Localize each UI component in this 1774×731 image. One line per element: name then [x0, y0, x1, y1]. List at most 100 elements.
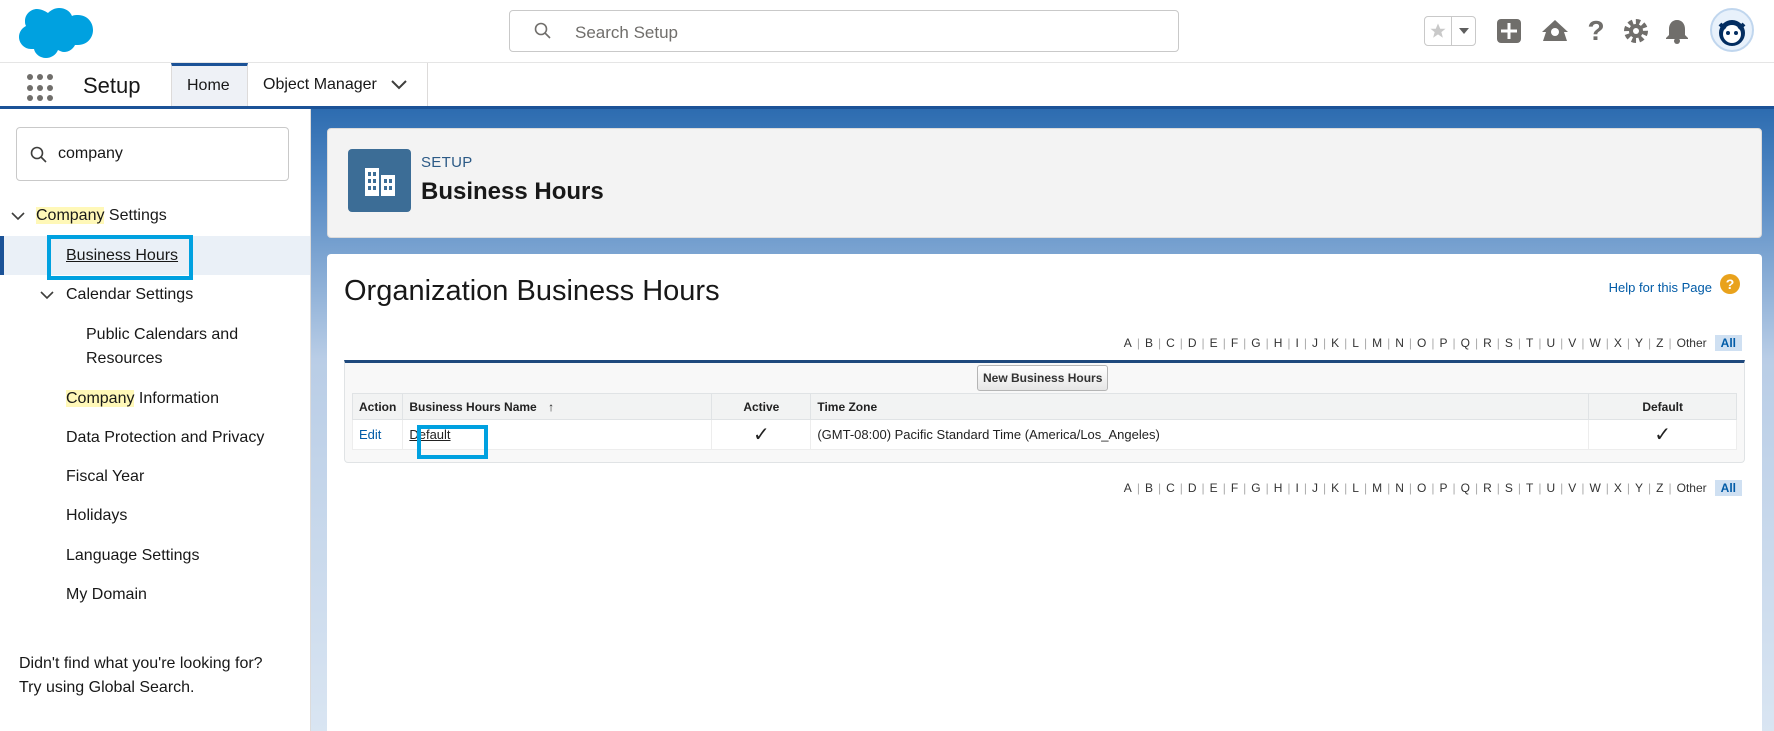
alpha-filter-q[interactable]: Q	[1456, 481, 1475, 495]
sidebar-item-company-information[interactable]: Company Information	[66, 390, 219, 408]
alpha-filter-all[interactable]: All	[1714, 480, 1742, 496]
chevron-down-icon[interactable]	[391, 79, 407, 90]
alpha-filter-o[interactable]: O	[1412, 336, 1431, 350]
favorites-button[interactable]	[1424, 16, 1476, 46]
chevron-down-icon[interactable]	[40, 291, 54, 301]
trailhead-icon[interactable]	[1540, 16, 1570, 46]
chevron-down-icon[interactable]	[11, 212, 25, 222]
global-add-icon[interactable]	[1494, 16, 1524, 46]
alpha-filter-r[interactable]: R	[1478, 336, 1497, 350]
app-nav-bar: Setup Home Object Manager	[0, 63, 1774, 109]
favorites-dropdown-icon[interactable]	[1451, 17, 1475, 45]
help-for-this-page-link[interactable]: Help for this Page	[1609, 280, 1712, 295]
favorites-star-icon[interactable]	[1425, 17, 1451, 45]
sidebar-item-data-protection[interactable]: Data Protection and Privacy	[66, 429, 264, 447]
notifications-bell-icon[interactable]	[1662, 16, 1692, 46]
alpha-filter-a[interactable]: A	[1119, 336, 1137, 350]
help-icon[interactable]: ?	[1720, 274, 1740, 294]
alpha-filter-v[interactable]: V	[1563, 481, 1581, 495]
alpha-filter-m[interactable]: M	[1367, 336, 1387, 350]
alpha-filter-k[interactable]: K	[1326, 481, 1344, 495]
alpha-filter-j[interactable]: J	[1307, 481, 1323, 495]
alpha-filter-all[interactable]: All	[1714, 335, 1742, 351]
alpha-filter-other[interactable]: Other	[1672, 481, 1712, 495]
alpha-filter-e[interactable]: E	[1205, 336, 1223, 350]
alpha-filter-j[interactable]: J	[1307, 336, 1323, 350]
alpha-filter-l[interactable]: L	[1347, 336, 1364, 350]
alpha-filter-z[interactable]: Z	[1651, 481, 1668, 495]
alpha-filter-t[interactable]: T	[1521, 336, 1538, 350]
alpha-filter-t[interactable]: T	[1521, 481, 1538, 495]
alpha-filter-s[interactable]: S	[1500, 336, 1518, 350]
alpha-filter-e[interactable]: E	[1205, 481, 1223, 495]
alpha-filter-n[interactable]: N	[1390, 481, 1409, 495]
sidebar-item-fiscal-year[interactable]: Fiscal Year	[66, 468, 144, 486]
alpha-filter-c[interactable]: C	[1161, 481, 1180, 495]
business-hours-list: New Business Hours Action Business Hours…	[344, 360, 1745, 463]
alpha-filter-w[interactable]: W	[1584, 481, 1605, 495]
alpha-filter-w[interactable]: W	[1584, 336, 1605, 350]
sidebar-selected-indicator	[0, 236, 4, 275]
sidebar-item-language-settings[interactable]: Language Settings	[66, 547, 199, 565]
alpha-filter-i[interactable]: I	[1291, 481, 1304, 495]
alpha-filter-y[interactable]: Y	[1630, 481, 1648, 495]
alpha-filter-o[interactable]: O	[1412, 481, 1431, 495]
page-title: Business Hours	[421, 178, 604, 205]
alpha-filter-x[interactable]: X	[1609, 336, 1627, 350]
alpha-filter-z[interactable]: Z	[1651, 336, 1668, 350]
alpha-filter-b[interactable]: B	[1140, 336, 1158, 350]
user-avatar[interactable]	[1710, 8, 1754, 52]
alpha-filter-p[interactable]: P	[1434, 336, 1452, 350]
alpha-filter-d[interactable]: D	[1183, 481, 1202, 495]
alpha-filter-c[interactable]: C	[1161, 336, 1180, 350]
setup-search-input[interactable]: Search Setup	[509, 10, 1179, 52]
alpha-filter-g[interactable]: G	[1246, 336, 1265, 350]
alpha-filter-x[interactable]: X	[1609, 481, 1627, 495]
tab-object-manager-label: Object Manager	[263, 75, 377, 93]
active-checkmark: ✓	[711, 419, 812, 450]
alpha-filter-h[interactable]: H	[1269, 336, 1288, 350]
alpha-filter-a[interactable]: A	[1119, 481, 1137, 495]
sidebar-item-my-domain[interactable]: My Domain	[66, 586, 147, 604]
alpha-filter-p[interactable]: P	[1434, 481, 1452, 495]
alpha-filter-l[interactable]: L	[1347, 481, 1364, 495]
tab-home[interactable]: Home	[171, 63, 248, 106]
setup-gear-icon[interactable]	[1621, 16, 1651, 46]
column-business-hours-name[interactable]: Business Hours Name ↑	[402, 393, 713, 420]
sidebar-item-holidays[interactable]: Holidays	[66, 507, 127, 525]
alpha-filter-f[interactable]: F	[1226, 336, 1243, 350]
table-row: Edit Default ✓ (GMT-08:00) Pacific Stand…	[351, 419, 1737, 450]
column-active: Active	[711, 393, 812, 420]
alpha-filter-s[interactable]: S	[1500, 481, 1518, 495]
alpha-filter-q[interactable]: Q	[1456, 336, 1475, 350]
alpha-filter-y[interactable]: Y	[1630, 336, 1648, 350]
alpha-filter-u[interactable]: U	[1542, 336, 1561, 350]
alpha-filter-n[interactable]: N	[1390, 336, 1409, 350]
alpha-filter-i[interactable]: I	[1291, 336, 1304, 350]
alpha-filter-k[interactable]: K	[1326, 336, 1344, 350]
sidebar-item-public-calendars[interactable]: Public Calendars and	[86, 326, 238, 344]
sidebar-item-business-hours[interactable]: Business Hours	[66, 247, 178, 265]
alpha-filter-u[interactable]: U	[1542, 481, 1561, 495]
alpha-filter-f[interactable]: F	[1226, 481, 1243, 495]
alpha-filter-h[interactable]: H	[1269, 481, 1288, 495]
quick-find-input[interactable]: company	[16, 127, 289, 181]
app-launcher-icon[interactable]	[27, 74, 55, 102]
tab-object-manager[interactable]: Object Manager	[248, 63, 428, 106]
setup-sidebar: company Company Settings Business Hours …	[0, 109, 311, 731]
alpha-filter-b[interactable]: B	[1140, 481, 1158, 495]
edit-link[interactable]: Edit	[359, 427, 381, 442]
sidebar-item-public-calendars-line2[interactable]: Resources	[86, 350, 162, 368]
new-business-hours-button[interactable]: New Business Hours	[977, 365, 1109, 391]
alpha-filter-m[interactable]: M	[1367, 481, 1387, 495]
salesforce-logo[interactable]	[17, 7, 93, 58]
sidebar-item-company-settings[interactable]: Company Settings	[36, 207, 167, 225]
help-icon[interactable]: ?	[1581, 15, 1611, 46]
sidebar-item-calendar-settings[interactable]: Calendar Settings	[66, 286, 193, 304]
alpha-filter-d[interactable]: D	[1183, 336, 1202, 350]
alpha-filter-v[interactable]: V	[1563, 336, 1581, 350]
alpha-filter-r[interactable]: R	[1478, 481, 1497, 495]
page-eyebrow: SETUP	[421, 154, 473, 171]
alpha-filter-g[interactable]: G	[1246, 481, 1265, 495]
alpha-filter-other[interactable]: Other	[1672, 336, 1712, 350]
